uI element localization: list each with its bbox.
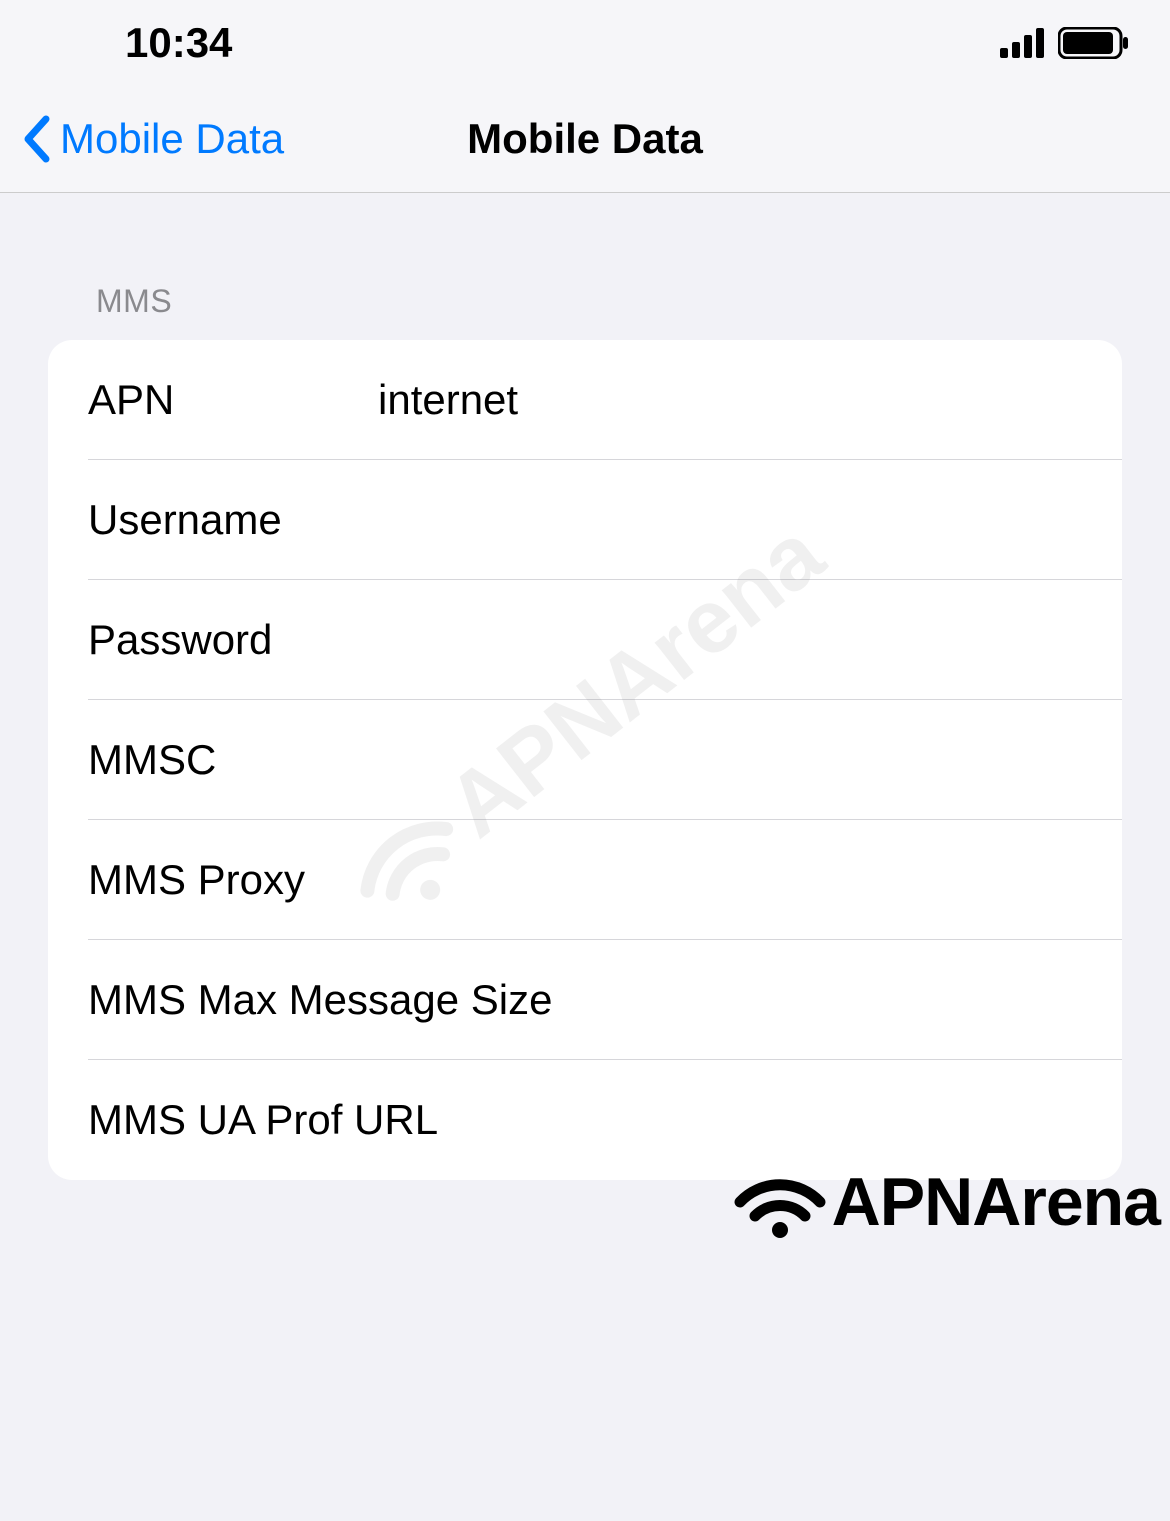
back-button[interactable]: Mobile Data — [0, 115, 284, 163]
username-input[interactable] — [378, 496, 1082, 544]
row-username[interactable]: Username — [48, 460, 1122, 580]
content: MMS APN Username Password MMSC MMS Proxy… — [0, 193, 1170, 1180]
chevron-left-icon — [22, 115, 52, 163]
row-mms-proxy[interactable]: MMS Proxy — [48, 820, 1122, 940]
row-apn[interactable]: APN — [48, 340, 1122, 460]
status-bar: 10:34 — [0, 0, 1170, 85]
settings-group-mms: APN Username Password MMSC MMS Proxy MMS… — [48, 340, 1122, 1180]
mms-ua-prof-url-input[interactable] — [438, 1096, 1082, 1144]
row-label: MMS Proxy — [88, 856, 378, 904]
row-mms-ua-prof-url[interactable]: MMS UA Prof URL — [48, 1060, 1122, 1180]
mms-proxy-input[interactable] — [378, 856, 1082, 904]
mms-max-message-size-input[interactable] — [552, 976, 1093, 1024]
watermark-text: APNArena — [832, 1163, 1160, 1241]
cellular-signal-icon — [1000, 28, 1046, 58]
apn-input[interactable] — [378, 376, 1082, 424]
mmsc-input[interactable] — [378, 736, 1082, 784]
row-mmsc[interactable]: MMSC — [48, 700, 1122, 820]
row-label: APN — [88, 376, 378, 424]
wifi-icon — [734, 1164, 826, 1240]
watermark-bottom: APNArena — [734, 1163, 1160, 1241]
back-label: Mobile Data — [60, 115, 284, 163]
section-header-mms: MMS — [48, 193, 1122, 340]
row-password[interactable]: Password — [48, 580, 1122, 700]
row-label: Password — [88, 616, 378, 664]
row-label: Username — [88, 496, 378, 544]
status-indicators — [1000, 27, 1130, 59]
row-mms-max-message-size[interactable]: MMS Max Message Size — [48, 940, 1122, 1060]
row-label: MMS UA Prof URL — [88, 1096, 438, 1144]
password-input[interactable] — [378, 616, 1082, 664]
battery-icon — [1058, 27, 1130, 59]
row-label: MMSC — [88, 736, 378, 784]
page-title: Mobile Data — [467, 115, 703, 163]
status-time: 10:34 — [40, 19, 232, 67]
row-label: MMS Max Message Size — [88, 976, 552, 1024]
navigation-bar: Mobile Data Mobile Data — [0, 85, 1170, 193]
